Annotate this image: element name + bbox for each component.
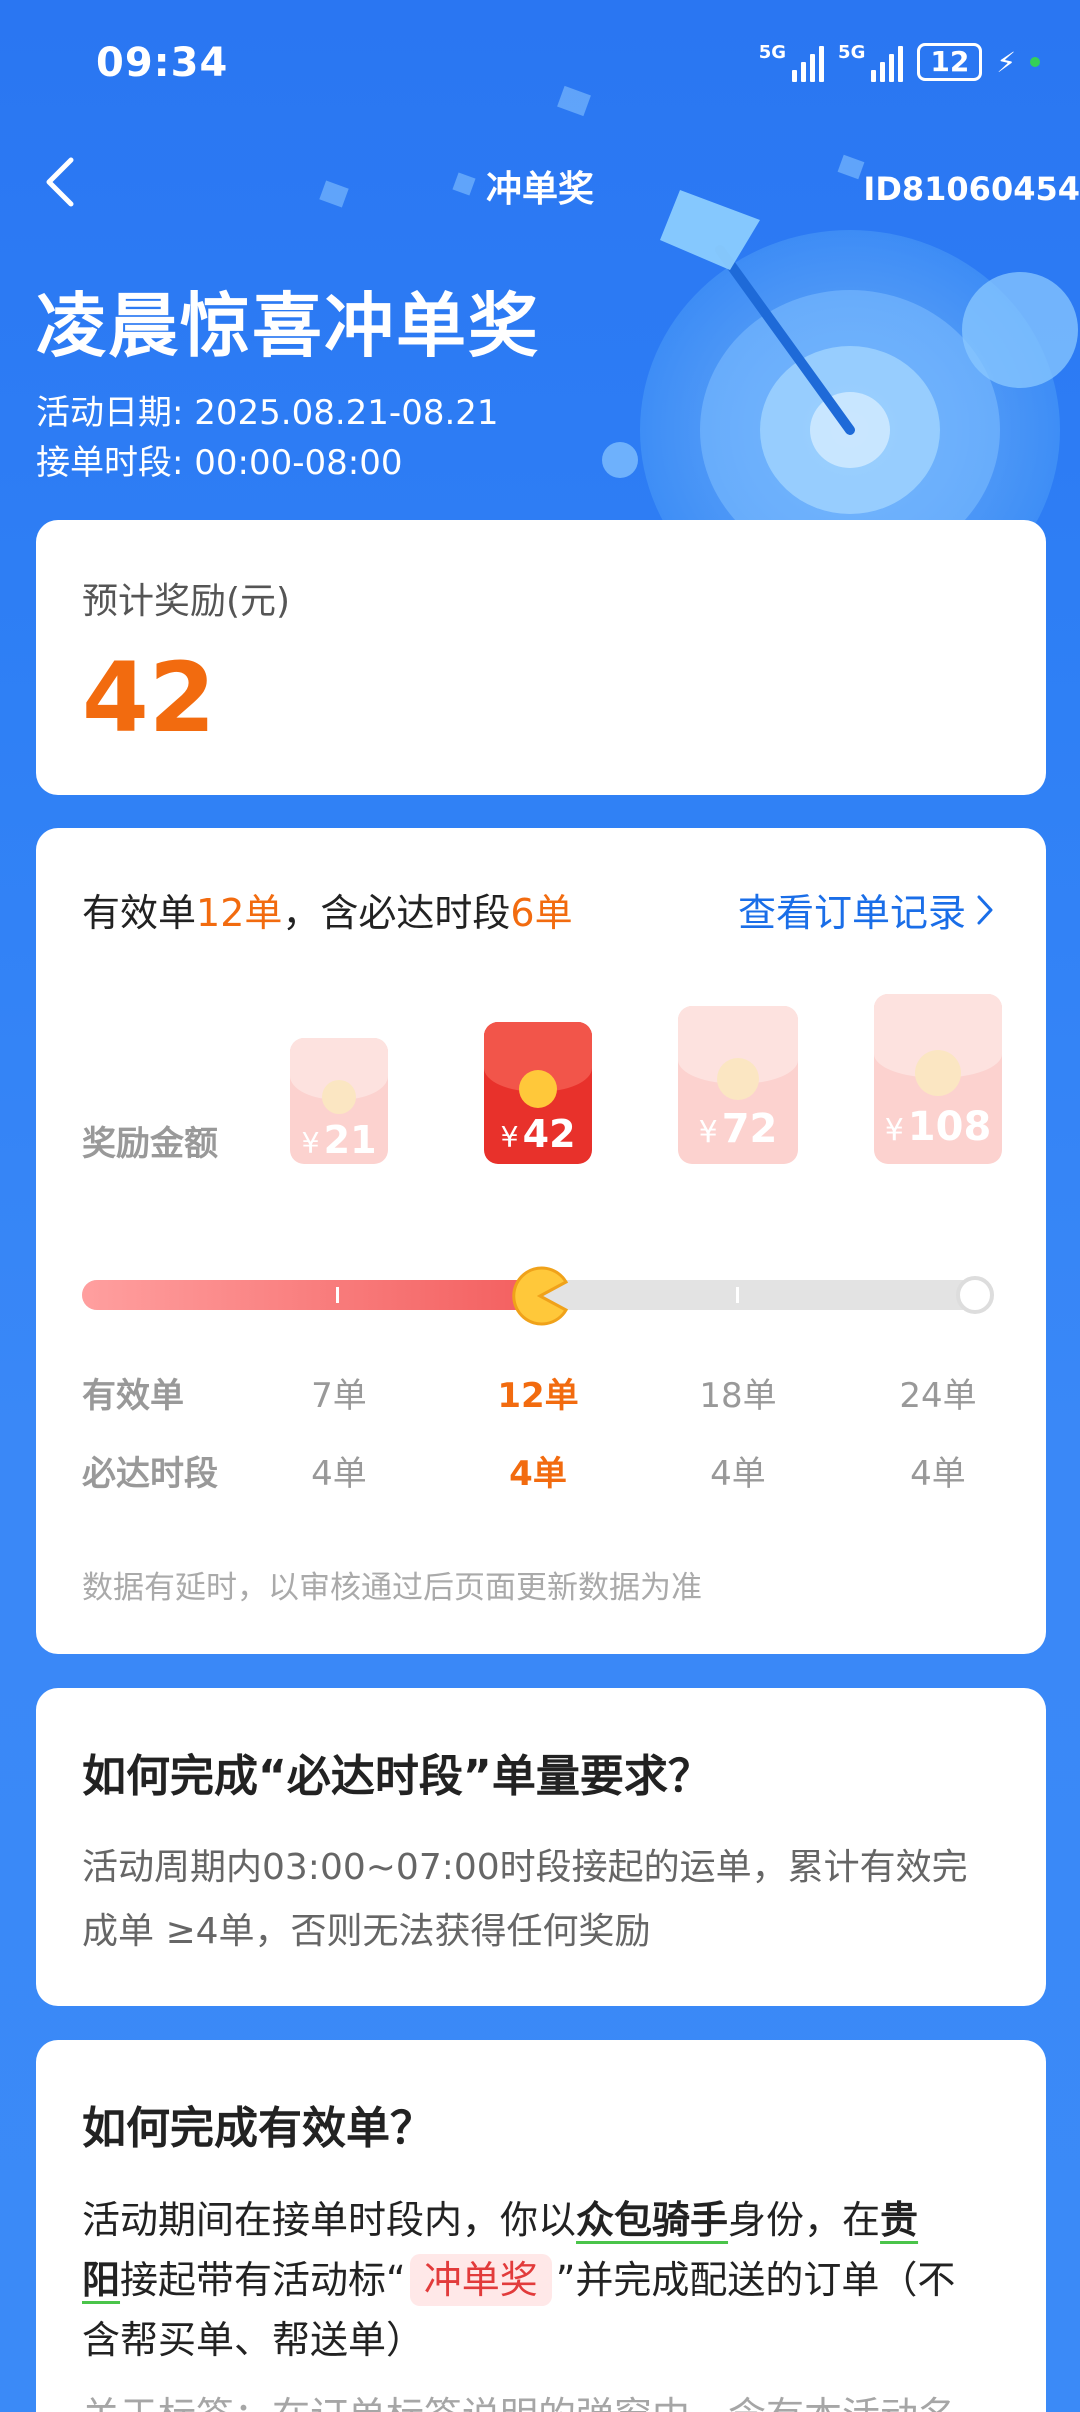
faq-body: 活动周期内03:00~07:00时段接起的运单，累计有效完 成单 ≥4单，否则无… xyxy=(82,1836,1006,1964)
tier-valid-orders: 24单 xyxy=(899,1376,977,1416)
status-icons: 5G 5G 12 ⚡ xyxy=(759,42,1040,82)
view-order-records-link[interactable]: 查看订单记录 xyxy=(738,882,994,937)
rider-identity-term[interactable]: 众包骑手 xyxy=(576,2198,728,2242)
status-time: 09:34 xyxy=(96,40,229,86)
text-segment: 接起带有活动标“ xyxy=(120,2258,406,2302)
city-term[interactable]: 阳 xyxy=(82,2258,120,2302)
tier-valid-orders: 18单 xyxy=(699,1376,777,1416)
faq-body-line: 含帮买单、帮送单） xyxy=(82,2318,425,2362)
signal-icon: 5G xyxy=(758,42,825,82)
faq-title: 如何完成“必达时段”单量要求？ xyxy=(82,1751,712,1802)
chevron-right-icon xyxy=(977,895,993,924)
text-segment: ”并完成配送的订单（不 xyxy=(555,2258,956,2302)
faq-title: 如何完成有效单？ xyxy=(82,2103,434,2154)
indicator-dot-icon xyxy=(1030,57,1040,67)
currency-symbol: ¥ xyxy=(301,1127,320,1160)
status-bar: 09:34 5G 5G 12 ⚡ xyxy=(0,0,1080,130)
tier-must-orders: 4单 xyxy=(311,1454,367,1494)
summary-prefix: 有效单 xyxy=(82,891,197,935)
envelope-amount: 108 xyxy=(907,1104,992,1150)
battery-icon: 12 xyxy=(917,43,983,81)
currency-symbol: ¥ xyxy=(698,1115,718,1150)
reward-envelope: ¥72 xyxy=(678,1006,798,1164)
summary-mid: ，含必达时段 xyxy=(282,891,511,935)
activity-title: 凌晨惊喜冲单奖 xyxy=(36,285,540,367)
valid-orders-row-label: 有效单 xyxy=(82,1376,184,1416)
reward-envelope: ¥21 xyxy=(290,1038,388,1164)
envelope-amount: 72 xyxy=(721,1106,778,1152)
progress-fill xyxy=(82,1280,536,1310)
must-order-count: 6单 xyxy=(510,891,573,935)
text-segment: 活动期间在接单时段内，你以 xyxy=(82,2198,577,2242)
faq-valid-order-card: 如何完成有效单？ 活动期间在接单时段内，你以众包骑手身份，在贵 阳接起带有活动标… xyxy=(36,2040,1046,2412)
faq-body-line: 阳接起带有活动标“ 冲单奖 ”并完成配送的订单（不 xyxy=(82,2250,1006,2310)
reward-envelope-active: ¥42 xyxy=(484,1022,592,1164)
order-link-label: 查看订单记录 xyxy=(737,891,966,935)
city-term[interactable]: 贵 xyxy=(880,2198,918,2242)
activity-tag: 冲单奖 xyxy=(409,2254,552,2306)
valid-order-count: 12单 xyxy=(196,891,283,935)
faq-body-line: 活动周期内03:00~07:00时段接起的运单，累计有效完 xyxy=(82,1847,968,1888)
user-id: ID81060454 xyxy=(863,170,1080,208)
faq-body-line-faded: 关于标签：在订单标签说明的弹窗中，含有本活动名 xyxy=(82,2385,1006,2412)
progress-summary: 有效单12单，含必达时段6单 xyxy=(82,882,573,937)
activity-period: 接单时段: 00:00-08:00 xyxy=(36,443,403,483)
reward-value: 42 xyxy=(82,642,216,754)
text-segment: 身份，在 xyxy=(728,2198,881,2242)
must-period-row-label: 必达时段 xyxy=(82,1454,218,1494)
signal-icon: 5G xyxy=(838,42,904,82)
nav-bar: 冲单奖 ID81060454 xyxy=(0,140,1080,230)
network-type-label: 5G xyxy=(838,42,866,63)
currency-symbol: ¥ xyxy=(500,1121,519,1154)
progress-card: 有效单12单，含必达时段6单 查看订单记录 奖励金额 ¥21 ¥42 ¥72 ¥… xyxy=(36,828,1046,1654)
tier-valid-orders-active: 12单 xyxy=(497,1376,579,1416)
faq-body: 活动期间在接单时段内，你以众包骑手身份，在贵 阳接起带有活动标“ 冲单奖 ”并完成配… xyxy=(82,2190,1006,2370)
data-delay-note: 数据有延时，以审核通过后页面更新数据为准 xyxy=(82,1570,702,1606)
faq-body-line: 成单 ≥4单，否则无法获得任何奖励 xyxy=(82,1911,651,1952)
progress-tick xyxy=(336,1287,339,1303)
reward-amount-label: 奖励金额 xyxy=(82,1124,218,1164)
progress-marker-icon xyxy=(512,1266,569,1326)
progress-tick xyxy=(736,1287,739,1303)
network-type-label: 5G xyxy=(758,42,787,63)
about-tags-link[interactable]: 关于标签 xyxy=(82,2394,234,2412)
progress-track xyxy=(82,1266,994,1326)
reward-envelope: ¥108 xyxy=(874,994,1002,1164)
tier-must-orders: 4单 xyxy=(910,1454,966,1494)
charging-bolt-icon: ⚡ xyxy=(996,45,1016,79)
text-segment: ：在订单标签说明的弹窗中，含有本活动名 xyxy=(234,2394,956,2412)
envelope-amount: 21 xyxy=(323,1118,377,1162)
reward-label: 预计奖励(元) xyxy=(82,581,291,622)
tier-must-orders: 4单 xyxy=(710,1454,766,1494)
battery-level: 12 xyxy=(930,45,970,78)
progress-end-marker xyxy=(956,1276,994,1314)
tier-valid-orders: 7单 xyxy=(311,1376,367,1416)
faq-must-period-card: 如何完成“必达时段”单量要求？ 活动周期内03:00~07:00时段接起的运单，… xyxy=(36,1688,1046,2006)
envelope-amount: 42 xyxy=(522,1112,576,1156)
activity-date: 活动日期: 2025.08.21-08.21 xyxy=(36,393,499,433)
faq-body-line: 活动期间在接单时段内，你以众包骑手身份，在贵 xyxy=(82,2190,1006,2250)
currency-symbol: ¥ xyxy=(884,1113,904,1148)
reward-card: 预计奖励(元) 42 xyxy=(36,520,1046,795)
tier-must-orders-active: 4单 xyxy=(509,1454,567,1494)
